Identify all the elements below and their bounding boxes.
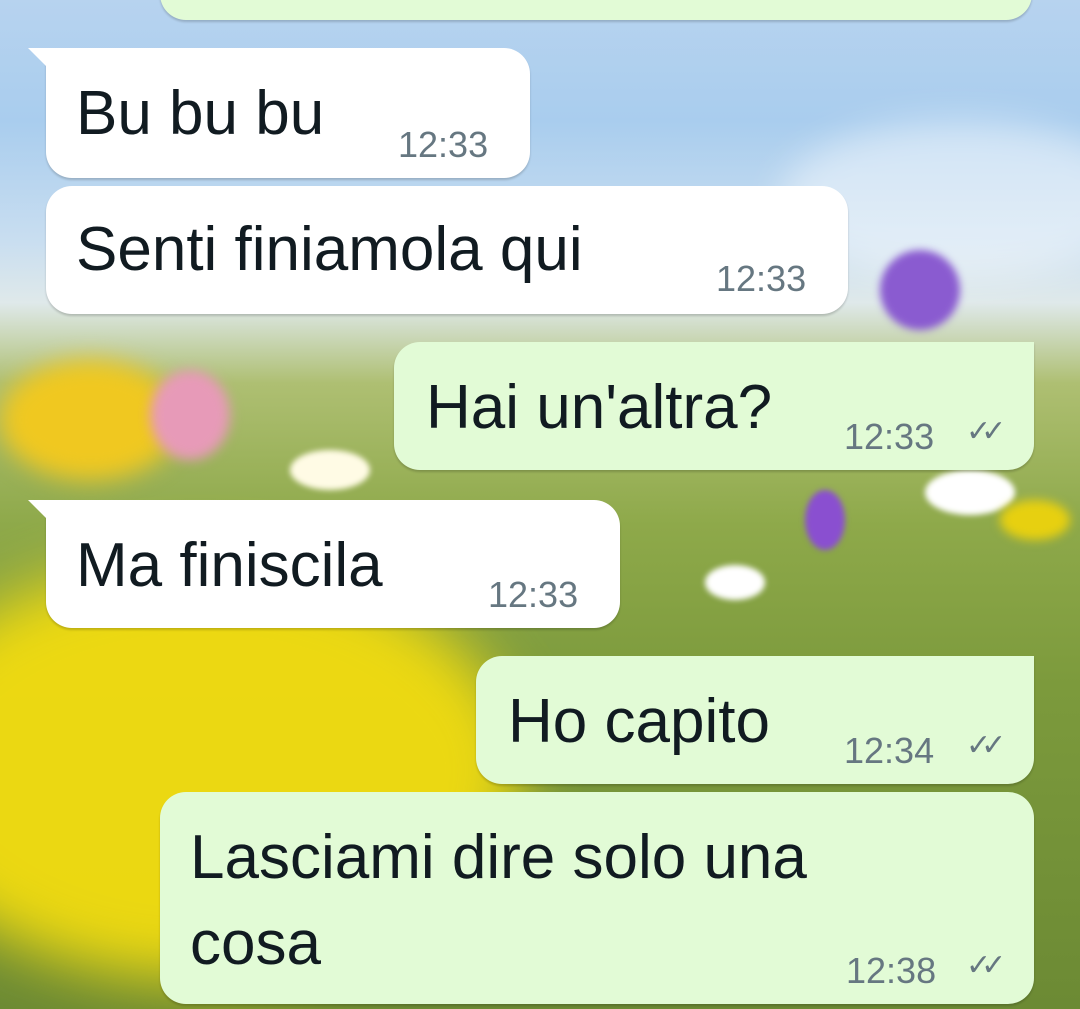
wallpaper-flower-pink <box>150 370 230 460</box>
message-time: 12:33 <box>716 258 807 299</box>
message-text: Ho capito <box>508 687 770 756</box>
message-text-line: cosa <box>190 909 321 978</box>
message-text: Senti finiamola qui <box>76 215 583 284</box>
double-check-icon: ✓✓ <box>966 949 1006 982</box>
message-bubble-incoming[interactable]: Bu bu bu 12:33 <box>28 48 530 178</box>
message-text-line: Lasciami dire solo una <box>190 823 807 892</box>
message-time: 12:38 <box>846 950 937 991</box>
message-bubble-outgoing[interactable]: Lasciami dire solo una cosa 12:38 ✓✓ <box>160 792 1034 1004</box>
message-bubble-incoming[interactable]: Ma finiscila 12:33 <box>28 500 620 628</box>
message-time: 12:33 <box>844 416 935 457</box>
message-bubble-incoming[interactable]: Senti finiamola qui 12:33 <box>46 186 848 314</box>
message-text: Hai un'altra? <box>426 373 773 442</box>
message-time: 12:33 <box>488 574 579 615</box>
bubble-tail <box>28 48 50 70</box>
double-check-icon: ✓✓ <box>966 415 1006 448</box>
wallpaper-daisy <box>290 450 370 490</box>
wallpaper-flower-yellow <box>1000 500 1070 540</box>
message-bubble-partial[interactable] <box>160 0 1032 20</box>
message-time: 12:33 <box>398 124 489 165</box>
wallpaper-daisy <box>705 565 765 600</box>
message-bubble-outgoing[interactable]: Hai un'altra? 12:33 ✓✓ <box>394 342 1034 470</box>
message-bubble-outgoing[interactable]: Ho capito 12:34 ✓✓ <box>476 656 1034 784</box>
wallpaper-flower-purple <box>805 490 845 550</box>
wallpaper-daisy <box>925 470 1015 515</box>
message-text: Ma finiscila <box>76 531 383 600</box>
bubble-tail <box>28 500 50 522</box>
wallpaper-flower-purple <box>880 250 960 330</box>
message-time: 12:34 <box>844 730 935 771</box>
message-text: Bu bu bu <box>76 79 325 148</box>
double-check-icon: ✓✓ <box>966 729 1006 762</box>
